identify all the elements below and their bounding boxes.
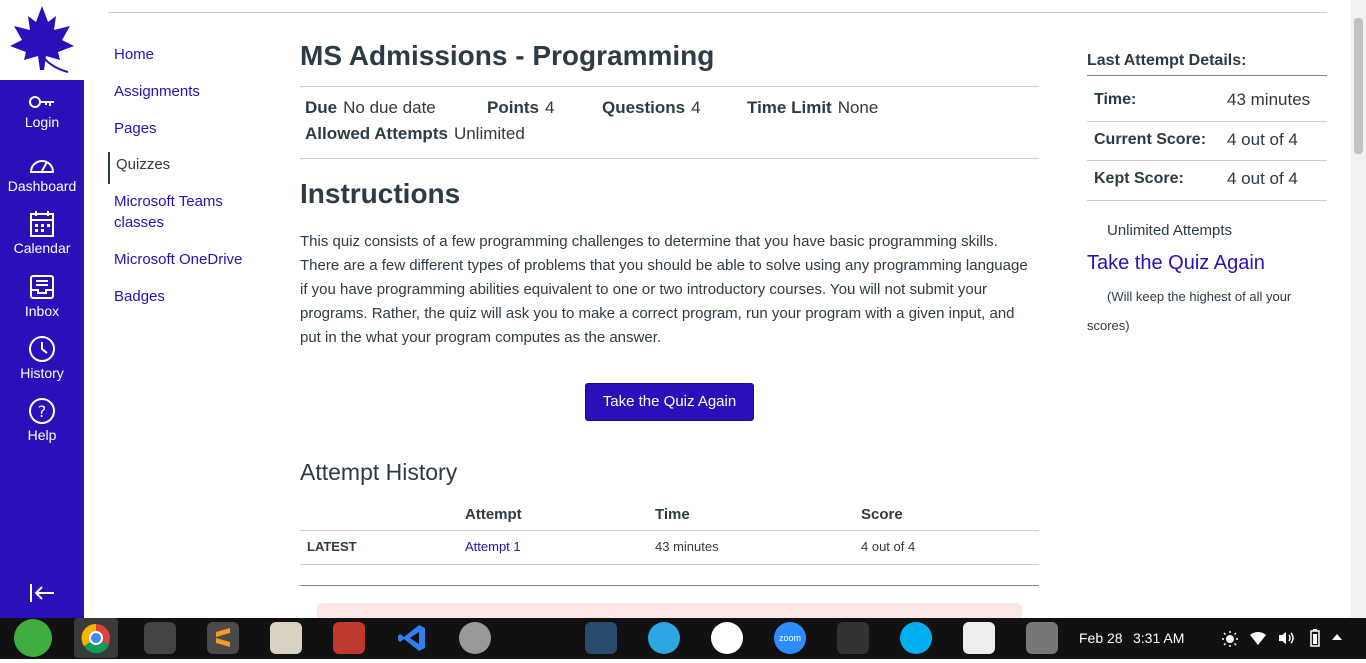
nav-inbox[interactable]: Inbox <box>0 273 84 319</box>
page-title: MS Admissions - Programming <box>300 40 715 71</box>
volume-icon[interactable] <box>1277 630 1295 646</box>
section-divider <box>300 585 1039 586</box>
last-attempt-title: Last Attempt Details: <box>1087 52 1247 69</box>
kept-score-value: 4 out of 4 <box>1227 169 1298 188</box>
course-nav-pages[interactable]: Pages <box>114 118 274 139</box>
security-icon[interactable] <box>585 622 617 654</box>
search-tool-icon[interactable] <box>1026 622 1058 654</box>
maple-leaf-logo-icon <box>10 6 74 73</box>
menu-icon[interactable] <box>14 619 52 657</box>
nav-history-label: History <box>20 365 64 381</box>
points-meta: Points 4 <box>487 98 555 117</box>
nav-help-label: Help <box>27 427 57 443</box>
unlimited-attempts: Unlimited Attempts <box>1107 222 1233 239</box>
row-time: 43 minutes <box>655 539 719 554</box>
sidebar-divider <box>1087 75 1327 76</box>
time-limit-meta: Time Limit None <box>747 98 879 117</box>
settings-icon[interactable] <box>459 622 491 654</box>
taskbar-time[interactable]: 3:31 AM <box>1133 630 1184 646</box>
taskbar-date: Feb 28 <box>1079 630 1123 646</box>
svg-text:?: ? <box>38 402 47 421</box>
global-nav: Login Dashboard Calendar Inbox History ?… <box>0 0 84 618</box>
page-scrollbar[interactable] <box>1351 0 1366 618</box>
sidebar-divider <box>1087 160 1327 161</box>
take-quiz-again-button[interactable]: Take the Quiz Again <box>585 383 754 421</box>
divider <box>300 158 1039 159</box>
sublime-icon[interactable] <box>207 622 239 654</box>
zoom-icon[interactable]: zoom <box>774 622 806 654</box>
table-divider <box>300 564 1039 565</box>
due-meta: Due No due date <box>305 98 436 117</box>
course-nav-teams[interactable]: Microsoft Teams classes <box>114 191 274 233</box>
top-divider <box>108 12 1327 13</box>
time-value: 43 minutes <box>1227 90 1311 109</box>
course-nav-quizzes[interactable]: Quizzes <box>108 152 268 184</box>
course-nav-assignments[interactable]: Assignments <box>114 81 274 102</box>
files-icon[interactable] <box>270 622 302 654</box>
nav-help[interactable]: ? Help <box>0 397 84 443</box>
instructions-text: This quiz consists of a few programming … <box>300 233 1028 346</box>
collapse-nav-icon[interactable] <box>28 582 56 604</box>
skype-icon[interactable] <box>900 622 932 654</box>
course-nav-home[interactable]: Home <box>114 44 274 65</box>
chrome-icon[interactable] <box>74 618 118 658</box>
allowed-attempts-meta: Allowed Attempts Unlimited <box>305 124 525 143</box>
nav-dashboard-label: Dashboard <box>7 178 77 194</box>
help-icon: ? <box>29 398 55 424</box>
attempt-history-title: Attempt History <box>300 459 458 485</box>
questions-meta: Questions 4 <box>602 98 701 117</box>
nav-login[interactable]: Login <box>0 92 84 130</box>
course-nav-onedrive[interactable]: Microsoft OneDrive <box>114 249 274 270</box>
key-icon <box>29 96 54 108</box>
col-header-time: Time <box>655 506 690 523</box>
table-header-divider <box>300 530 1039 531</box>
sidebar-divider <box>1087 200 1327 201</box>
current-score-label: Current Score: <box>1094 131 1207 148</box>
inkscape-icon[interactable] <box>522 622 554 654</box>
nav-calendar-label: Calendar <box>13 240 71 256</box>
nav-calendar[interactable]: Calendar <box>0 210 84 256</box>
slack-icon[interactable] <box>711 622 743 654</box>
col-header-attempt: Attempt <box>465 506 522 523</box>
scrollbar-thumb[interactable] <box>1354 18 1363 154</box>
nav-history[interactable]: History <box>0 335 84 381</box>
take-quiz-again-link[interactable]: Take the Quiz Again <box>1087 252 1265 275</box>
sidebar-divider <box>1087 121 1327 122</box>
inbox-icon <box>30 275 54 299</box>
brightness-icon[interactable] <box>1221 630 1239 648</box>
nav-login-label: Login <box>24 114 60 130</box>
divider <box>300 86 1039 87</box>
time-label: Time: <box>1094 91 1137 108</box>
terminal-icon[interactable] <box>144 622 176 654</box>
battery-icon[interactable] <box>1307 629 1323 647</box>
clock-icon <box>29 336 55 362</box>
nav-dashboard[interactable]: Dashboard <box>0 152 84 194</box>
attempt-link[interactable]: Attempt 1 <box>465 539 521 554</box>
current-score-value: 4 out of 4 <box>1227 130 1298 149</box>
instructions-heading: Instructions <box>300 178 461 209</box>
telegram-icon[interactable] <box>648 622 680 654</box>
tray-expand-icon[interactable] <box>1331 632 1343 642</box>
wifi-icon[interactable] <box>1249 630 1267 646</box>
logo[interactable] <box>0 0 84 80</box>
col-header-score: Score <box>861 506 903 523</box>
row-score: 4 out of 4 <box>861 539 916 554</box>
vscode-icon[interactable] <box>396 622 428 654</box>
row-label: LATEST <box>307 539 357 554</box>
document-viewer-icon[interactable] <box>963 622 995 654</box>
keep-highest-note: (Will keep the highest of all your score… <box>1087 289 1292 333</box>
nav-inbox-label: Inbox <box>24 303 60 319</box>
system-monitor-icon[interactable] <box>837 622 869 654</box>
course-nav-badges[interactable]: Badges <box>114 286 274 307</box>
taskbar: zoom Feb 28 3:31 AM <box>0 618 1366 659</box>
dashboard-icon <box>29 160 55 173</box>
calendar-icon <box>30 211 54 237</box>
filezilla-icon[interactable] <box>333 622 365 654</box>
kept-score-label: Kept Score: <box>1094 170 1184 187</box>
